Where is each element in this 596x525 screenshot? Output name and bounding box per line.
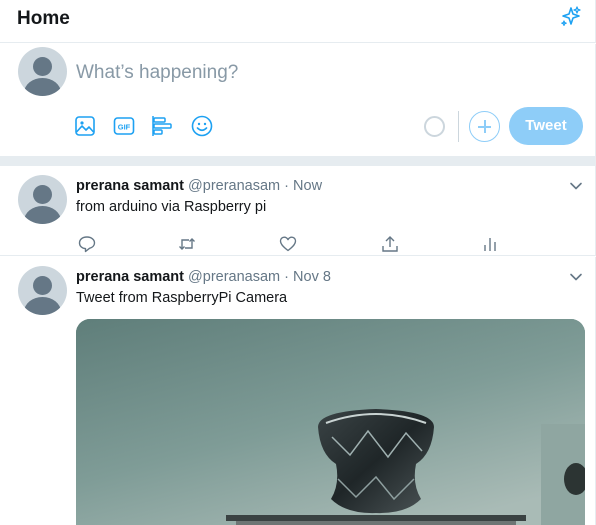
retweet-icon[interactable] [177, 234, 197, 254]
poll-icon[interactable] [151, 114, 175, 138]
meta-separator: · [284, 178, 289, 194]
tweet-media-photo[interactable] [76, 319, 585, 525]
share-icon[interactable] [380, 234, 400, 254]
compose-input[interactable]: What’s happening? [76, 62, 238, 84]
emoji-icon[interactable] [190, 114, 214, 138]
tweet-timestamp[interactable]: Nov 8 [293, 269, 331, 285]
avatar[interactable] [18, 47, 67, 96]
tweet-item[interactable]: prerana samant @preranasam · Nov 8 Tweet… [0, 257, 596, 525]
section-separator [0, 156, 596, 166]
tweet-text: Tweet from RaspberryPi Camera [76, 290, 288, 306]
tweet-timestamp[interactable]: Now [293, 178, 322, 194]
sparkle-icon[interactable] [558, 5, 582, 29]
tweet-composer: What’s happening? GIF Tweet [0, 44, 596, 156]
tweet-header: prerana samant @preranasam · Now [76, 178, 322, 194]
reply-icon[interactable] [77, 234, 97, 254]
avatar[interactable] [18, 266, 67, 315]
like-icon[interactable] [278, 234, 298, 254]
page-title: Home [17, 8, 70, 29]
add-tweet-button[interactable] [469, 111, 500, 142]
tweet-text: from arduino via Raspberry pi [76, 199, 267, 215]
tweet-button[interactable]: Tweet [509, 107, 583, 145]
image-icon[interactable] [73, 114, 97, 138]
chevron-down-icon[interactable] [568, 178, 584, 194]
author-handle[interactable]: @preranasam [188, 178, 280, 194]
tweet-item[interactable]: prerana samant @preranasam · Now from ar… [0, 166, 596, 256]
timeline-header: Home [0, 0, 596, 43]
author-handle[interactable]: @preranasam [188, 269, 280, 285]
tweet-header: prerana samant @preranasam · Nov 8 [76, 269, 331, 285]
meta-separator: · [284, 269, 289, 285]
camera-photo [76, 319, 585, 525]
toolbar-divider [458, 111, 459, 142]
chevron-down-icon[interactable] [568, 269, 584, 285]
character-counter [424, 116, 445, 137]
avatar[interactable] [18, 175, 67, 224]
author-name[interactable]: prerana samant [76, 269, 184, 285]
gif-label: GIF [118, 123, 131, 132]
gif-icon[interactable]: GIF [112, 114, 136, 138]
author-name[interactable]: prerana samant [76, 178, 184, 194]
analytics-icon[interactable] [480, 234, 500, 254]
